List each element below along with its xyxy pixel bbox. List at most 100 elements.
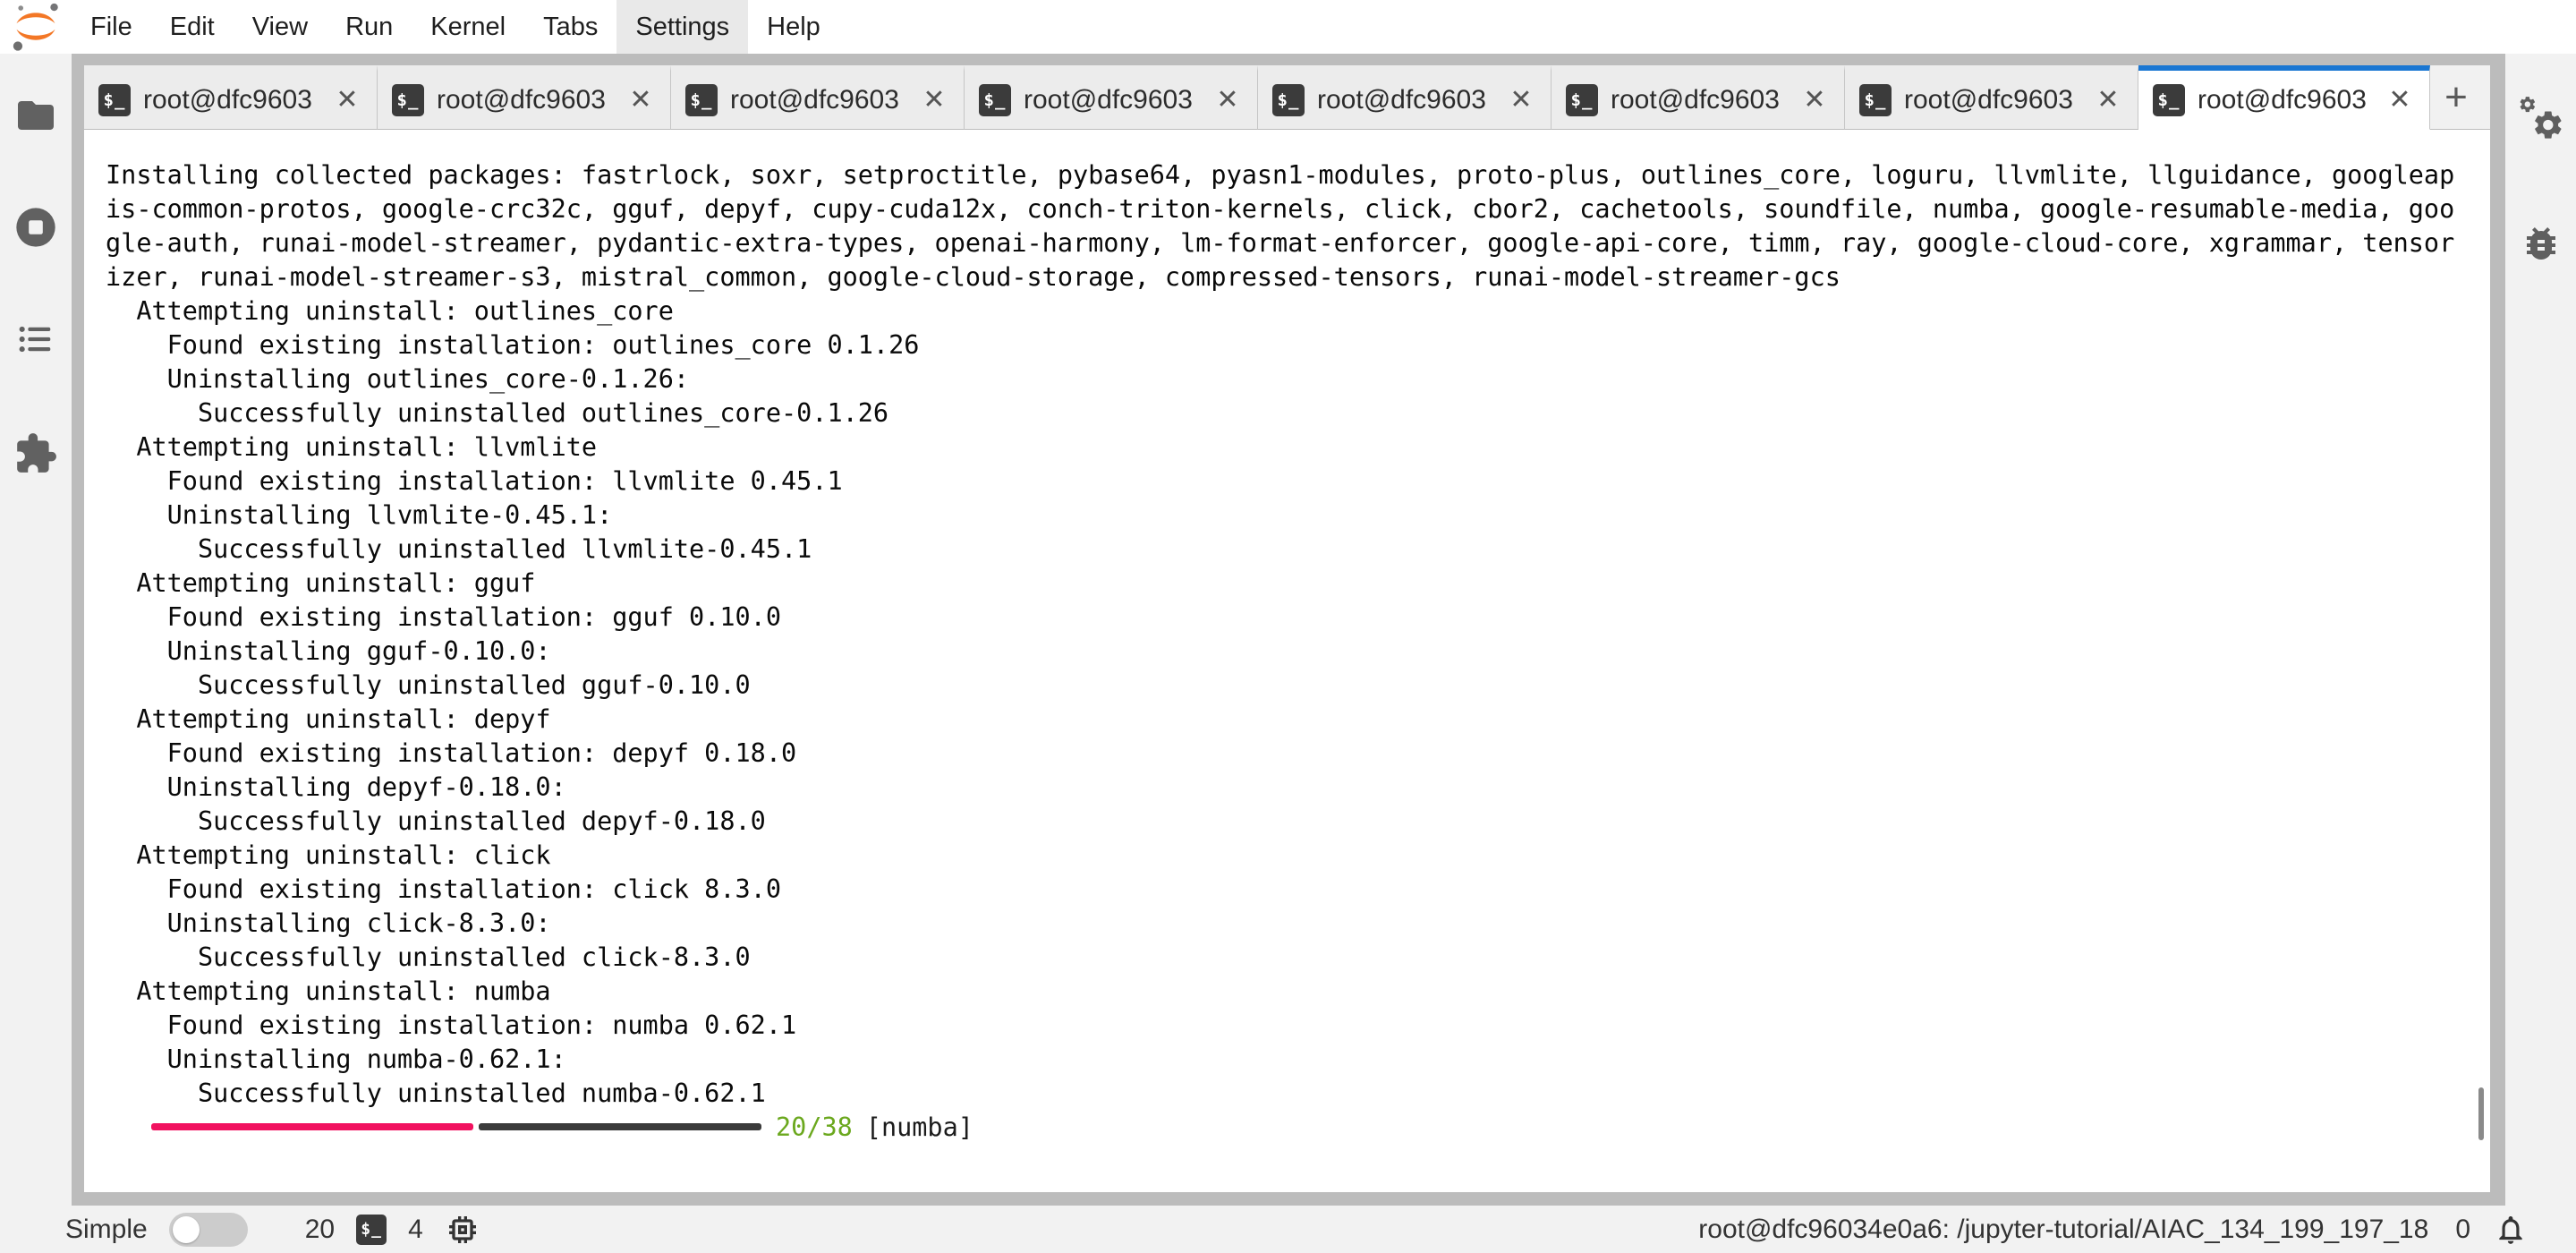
- terminal-output-line: Attempting uninstall: gguf: [106, 567, 2479, 601]
- terminal-output-line: Uninstalling llvmlite-0.45.1:: [106, 499, 2479, 533]
- terminal-output-line: Found existing installation: gguf 0.10.0: [106, 601, 2479, 635]
- terminal-output-area[interactable]: Installing collected packages: fastrlock…: [84, 130, 2490, 1192]
- running-kernels-stop-circle-icon[interactable]: [0, 204, 72, 251]
- toggle-knob: [173, 1216, 200, 1243]
- progress-counter: 20/38: [776, 1112, 853, 1142]
- terminal-tab-6[interactable]: $_ root@dfc9603 ✕: [1552, 65, 1845, 130]
- statusbar: Simple 20 $_ 4 root@dfc96034e0a6: /jupyt…: [0, 1206, 2576, 1253]
- table-of-contents-list-icon[interactable]: [0, 319, 72, 360]
- terminal-tab-1[interactable]: $_ root@dfc9603 ✕: [84, 65, 378, 130]
- terminal-output-line: Attempting uninstall: llvmlite: [106, 430, 2479, 465]
- close-icon[interactable]: ✕: [2093, 84, 2123, 115]
- terminal-tab-3[interactable]: $_ root@dfc9603 ✕: [671, 65, 965, 130]
- terminal-output-line: Uninstalling outlines_core-0.1.26:: [106, 362, 2479, 396]
- terminal-scrollbar-thumb[interactable]: [2478, 1087, 2484, 1140]
- menu-edit[interactable]: Edit: [151, 0, 234, 54]
- progress-bar-remaining: [479, 1123, 761, 1130]
- file-browser-folder-icon[interactable]: [0, 94, 72, 137]
- terminal-icon: $_: [1859, 84, 1892, 116]
- terminal-output: Installing collected packages: fastrlock…: [106, 158, 2479, 1145]
- terminal-output-line: Found existing installation: llvmlite 0.…: [106, 465, 2479, 499]
- simple-mode-label: Simple: [65, 1215, 148, 1245]
- close-icon[interactable]: ✕: [1799, 84, 1830, 115]
- terminal-icon: $_: [98, 84, 131, 116]
- pip-progress-line: 20/38 [numba]: [106, 1111, 2479, 1145]
- tabbar-filler: +: [2430, 65, 2490, 130]
- left-sidebar: [0, 54, 72, 1206]
- kernel-chip-icon: [445, 1212, 480, 1248]
- menu-tabs[interactable]: Tabs: [524, 0, 616, 54]
- terminal-tab-5[interactable]: $_ root@dfc9603 ✕: [1258, 65, 1552, 130]
- jupyter-logo-icon: [0, 0, 72, 54]
- progress-current-package: [numba]: [866, 1112, 973, 1142]
- terminal-output-line: Installing collected packages: fastrlock…: [106, 158, 2479, 192]
- kernels-count: 4: [408, 1215, 423, 1245]
- progress-bar-completed: [151, 1123, 473, 1130]
- terminal-tab-8-active[interactable]: $_ root@dfc9603 ✕: [2138, 65, 2430, 130]
- tab-label: root@dfc9603: [143, 85, 325, 115]
- new-tab-button[interactable]: +: [2430, 71, 2482, 124]
- terminal-output-line: Attempting uninstall: numba: [106, 975, 2479, 1009]
- simple-mode-toggle[interactable]: [169, 1213, 248, 1247]
- terminal-output-line: Found existing installation: numba 0.62.…: [106, 1009, 2479, 1043]
- terminal-output-line: Uninstalling depyf-0.18.0:: [106, 771, 2479, 805]
- tab-label: root@dfc9603: [437, 85, 618, 115]
- terminal-tab-7[interactable]: $_ root@dfc9603 ✕: [1845, 65, 2138, 130]
- terminal-output-line: Successfully uninstalled outlines_core-0…: [106, 396, 2479, 430]
- terminal-tabbar: $_ root@dfc9603 ✕ $_ root@dfc9603 ✕ $_ r…: [84, 65, 2490, 130]
- terminal-output-line: is-common-protos, google-crc32c, gguf, d…: [106, 192, 2479, 226]
- close-icon[interactable]: ✕: [1506, 84, 1536, 115]
- menu-run[interactable]: Run: [327, 0, 412, 54]
- extension-manager-puzzle-icon[interactable]: [0, 431, 72, 476]
- tab-label: root@dfc9603: [730, 85, 912, 115]
- terminal-output-line: Uninstalling gguf-0.10.0:: [106, 635, 2479, 669]
- terminal-output-line: Successfully uninstalled depyf-0.18.0: [106, 805, 2479, 839]
- close-icon[interactable]: ✕: [332, 84, 362, 115]
- debugger-bug-icon[interactable]: [2505, 222, 2576, 265]
- terminal-output-line: Uninstalling click-8.3.0:: [106, 907, 2479, 941]
- menu-settings[interactable]: Settings: [616, 0, 748, 54]
- terminal-icon: $_: [2153, 84, 2185, 116]
- menu-view[interactable]: View: [234, 0, 327, 54]
- tab-label: root@dfc9603: [1904, 85, 2086, 115]
- menu-items: File Edit View Run Kernel Tabs Settings …: [72, 0, 839, 54]
- terminal-icon: $_: [1272, 84, 1305, 116]
- jupyter-logo-svg: [6, 2, 65, 52]
- session-path-label: root@dfc96034e0a6: /jupyter-tutorial/AIA…: [1698, 1215, 2428, 1245]
- terminal-tab-4[interactable]: $_ root@dfc9603 ✕: [965, 65, 1258, 130]
- terminal-output-line: Uninstalling numba-0.62.1:: [106, 1043, 2479, 1077]
- right-sidebar: [2505, 54, 2576, 1206]
- close-icon[interactable]: ✕: [1212, 84, 1243, 115]
- terminal-output-line: izer, runai-model-streamer-s3, mistral_c…: [106, 260, 2479, 294]
- terminal-output-line: Successfully uninstalled numba-0.62.1: [106, 1077, 2479, 1111]
- terminal-output-line: Attempting uninstall: depyf: [106, 703, 2479, 737]
- kernels-terminals-status[interactable]: 20 $_ 4: [305, 1212, 480, 1248]
- tab-label: root@dfc9603: [2198, 85, 2377, 115]
- statusbar-right: root@dfc96034e0a6: /jupyter-tutorial/AIA…: [1698, 1213, 2528, 1247]
- close-icon[interactable]: ✕: [2385, 84, 2415, 115]
- terminal-output-line: Attempting uninstall: click: [106, 839, 2479, 873]
- notifications-count: 0: [2455, 1215, 2470, 1245]
- terminal-icon: $_: [685, 84, 718, 116]
- tab-label: root@dfc9603: [1611, 85, 1792, 115]
- tab-label: root@dfc9603: [1317, 85, 1499, 115]
- property-inspector-gears-icon[interactable]: [2505, 93, 2576, 145]
- terminal-output-line: Found existing installation: outlines_co…: [106, 328, 2479, 362]
- terminal-tab-2[interactable]: $_ root@dfc9603 ✕: [378, 65, 671, 130]
- terminal-icon: $_: [392, 84, 424, 116]
- tab-label: root@dfc9603: [1024, 85, 1205, 115]
- terminal-output-line: Found existing installation: depyf 0.18.…: [106, 737, 2479, 771]
- terminal-output-line: gle-auth, runai-model-streamer, pydantic…: [106, 226, 2479, 260]
- menu-help[interactable]: Help: [748, 0, 839, 54]
- dock-panel-frame: $_ root@dfc9603 ✕ $_ root@dfc9603 ✕ $_ r…: [72, 54, 2505, 1206]
- terminal-output-line: Successfully uninstalled click-8.3.0: [106, 941, 2479, 975]
- notifications-bell-icon[interactable]: [2494, 1213, 2528, 1247]
- simple-mode-control: Simple: [65, 1213, 248, 1247]
- close-icon[interactable]: ✕: [625, 84, 656, 115]
- terminal-icon: $_: [356, 1215, 387, 1245]
- menu-file[interactable]: File: [72, 0, 151, 54]
- close-icon[interactable]: ✕: [919, 84, 949, 115]
- menu-kernel[interactable]: Kernel: [412, 0, 524, 54]
- terminal-output-line: Successfully uninstalled gguf-0.10.0: [106, 669, 2479, 703]
- terminal-icon: $_: [979, 84, 1011, 116]
